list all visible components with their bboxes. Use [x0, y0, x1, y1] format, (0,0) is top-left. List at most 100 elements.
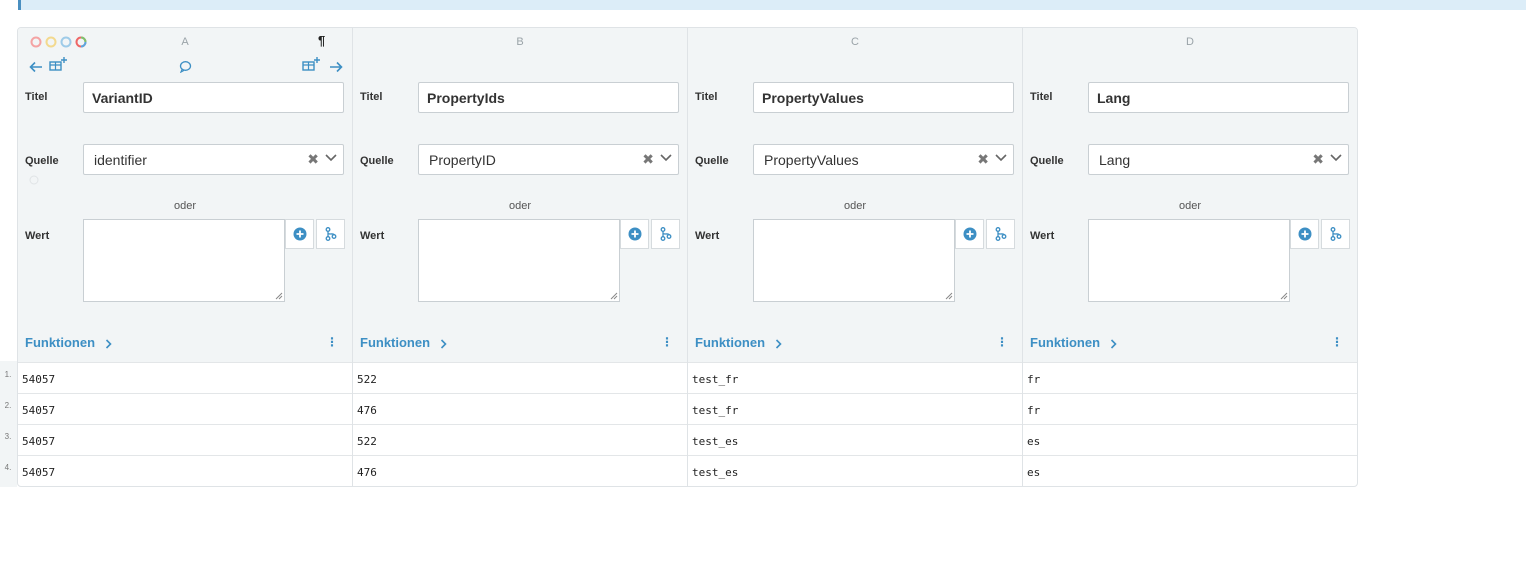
add-value-button[interactable] [1290, 219, 1319, 249]
source-select[interactable]: PropertyID ✖ [418, 144, 679, 175]
functions-label: Funktionen [360, 335, 431, 350]
functions-toggle[interactable]: Funktionen [695, 335, 782, 350]
chevron-down-icon[interactable] [995, 154, 1007, 162]
resize-grip-icon[interactable] [275, 292, 283, 300]
title-label: Titel [360, 91, 383, 103]
value-label: Wert [25, 230, 50, 242]
source-label: Quelle [360, 155, 394, 167]
title-input[interactable]: Lang [1088, 82, 1349, 113]
table-cell[interactable]: test_es [688, 424, 1022, 455]
chevron-right-icon [440, 338, 447, 349]
row-number: 2. [4, 401, 12, 410]
more-vertical-icon[interactable]: ⋮ [326, 335, 338, 349]
functions-toggle[interactable]: Funktionen [1030, 335, 1117, 350]
value-label: Wert [360, 230, 385, 242]
chevron-down-icon[interactable] [660, 154, 672, 162]
table-cell[interactable]: 54057 [18, 455, 352, 486]
table-cell[interactable]: 522 [353, 362, 687, 393]
source-select[interactable]: identifier ✖ [83, 144, 344, 175]
column-letter: A [181, 36, 189, 48]
source-label: Quelle [695, 155, 729, 167]
column-d: D Titel Lang Quelle Lang ✖ oder Wert Fun… [1023, 28, 1357, 486]
title-input[interactable]: PropertyIds [418, 82, 679, 113]
value-label: Wert [1030, 230, 1055, 242]
table-cell[interactable]: 476 [353, 455, 687, 486]
resize-grip-icon[interactable] [1280, 292, 1288, 300]
chevron-down-icon[interactable] [1330, 154, 1342, 162]
row-number: 3. [4, 432, 12, 441]
table-cell[interactable]: fr [1023, 393, 1357, 424]
source-select-value: identifier [94, 152, 147, 168]
table-cell[interactable]: 54057 [18, 393, 352, 424]
source-select-value: PropertyID [429, 152, 496, 168]
chevron-right-icon [105, 338, 112, 349]
table-cell[interactable]: 54057 [18, 362, 352, 393]
info-bar [18, 0, 1526, 10]
add-circle-icon [963, 227, 976, 241]
title-input[interactable]: VariantID [83, 82, 344, 113]
more-vertical-icon[interactable]: ⋮ [996, 335, 1008, 349]
row-number: 1. [4, 370, 12, 379]
chevron-down-icon[interactable] [325, 154, 337, 162]
add-value-button[interactable] [620, 219, 649, 249]
or-label: oder [843, 200, 867, 212]
mapping-grid: ¶ A Titel VariantID Quelle identifier ✖ … [17, 27, 1358, 487]
or-label: oder [1178, 200, 1202, 212]
source-select-value: PropertyValues [764, 152, 859, 168]
add-value-button[interactable] [285, 219, 314, 249]
branch-button[interactable] [986, 219, 1015, 249]
add-circle-icon [628, 227, 641, 241]
table-cell[interactable]: test_fr [688, 393, 1022, 424]
table-cell[interactable]: es [1023, 455, 1357, 486]
functions-toggle[interactable]: Funktionen [25, 335, 112, 350]
branch-icon [325, 227, 336, 241]
branch-icon [1330, 227, 1341, 241]
value-textarea[interactable] [83, 219, 285, 302]
column-c: C Titel PropertyValues Quelle PropertyVa… [688, 28, 1023, 486]
column-letter: C [851, 36, 859, 48]
row-number: 4. [4, 463, 12, 472]
branch-button[interactable] [316, 219, 345, 249]
source-select[interactable]: PropertyValues ✖ [753, 144, 1014, 175]
title-label: Titel [25, 91, 48, 103]
table-cell[interactable]: 54057 [18, 424, 352, 455]
column-letter: D [1186, 36, 1194, 48]
more-vertical-icon[interactable]: ⋮ [661, 335, 673, 349]
table-cell[interactable]: test_fr [688, 362, 1022, 393]
or-label: oder [173, 200, 197, 212]
functions-label: Funktionen [1030, 335, 1101, 350]
clear-icon[interactable]: ✖ [642, 151, 654, 168]
title-label: Titel [695, 91, 718, 103]
functions-toggle[interactable]: Funktionen [360, 335, 447, 350]
source-select[interactable]: Lang ✖ [1088, 144, 1349, 175]
clear-icon[interactable]: ✖ [977, 151, 989, 168]
or-label: oder [508, 200, 532, 212]
clear-icon[interactable]: ✖ [307, 151, 319, 168]
column-letter: B [516, 36, 524, 48]
value-textarea[interactable] [753, 219, 955, 302]
table-cell[interactable]: 522 [353, 424, 687, 455]
source-label: Quelle [25, 155, 59, 167]
table-cell[interactable]: fr [1023, 362, 1357, 393]
table-cell[interactable]: test_es [688, 455, 1022, 486]
branch-button[interactable] [651, 219, 680, 249]
value-label: Wert [695, 230, 720, 242]
add-value-button[interactable] [955, 219, 984, 249]
chevron-right-icon [775, 338, 782, 349]
resize-grip-icon[interactable] [610, 292, 618, 300]
table-cell[interactable]: 476 [353, 393, 687, 424]
add-circle-icon [1298, 227, 1311, 241]
source-select-value: Lang [1099, 152, 1131, 168]
title-input[interactable]: PropertyValues [753, 82, 1014, 113]
add-circle-icon [293, 227, 306, 241]
functions-label: Funktionen [25, 335, 96, 350]
value-textarea[interactable] [1088, 219, 1290, 302]
value-textarea[interactable] [418, 219, 620, 302]
branch-button[interactable] [1321, 219, 1350, 249]
table-cell[interactable]: es [1023, 424, 1357, 455]
status-circle-icon [29, 175, 39, 185]
more-vertical-icon[interactable]: ⋮ [1331, 335, 1343, 349]
resize-grip-icon[interactable] [945, 292, 953, 300]
source-label: Quelle [1030, 155, 1064, 167]
clear-icon[interactable]: ✖ [1312, 151, 1324, 168]
